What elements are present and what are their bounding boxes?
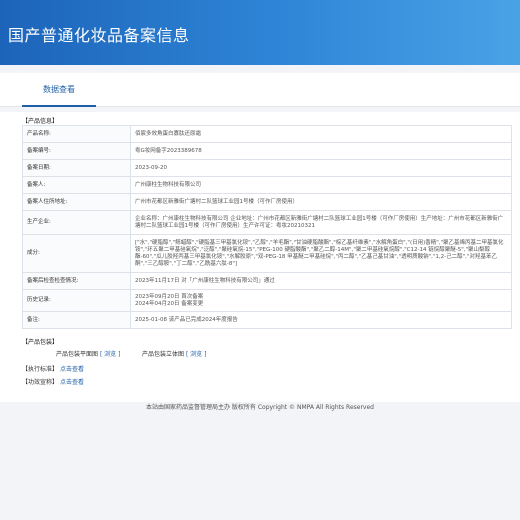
- product-info-heading: 【产品信息】: [22, 118, 59, 125]
- main-content: 【产品信息】 产品名称: 佰宸多效角蛋白寡肽还原霜 备案编号: 粤G妆网备字20…: [0, 112, 520, 402]
- row-value-registrant-address: 广州市花都区新雅街广塘村二队篮球工业园1号楼（可作厂房使用）: [130, 193, 512, 211]
- packaging-solid: 产品包装立体图 [ 浏览 ]: [142, 349, 206, 358]
- row-value-remarks: 2025-01-08 该产品已完成2024年度报告: [130, 311, 512, 329]
- packaging-plane: 产品包装平面图 [ 浏览 ]: [56, 349, 120, 358]
- row-label-registrant-address: 备案人住所地址:: [22, 193, 131, 211]
- row-value-ingredients: ["水","硬脂醇","鲸蜡醇","硬脂基三甲基氯化铵","乙醇","羊毛酯",…: [130, 234, 512, 273]
- table-row: 生产企业: 企业名称：广州康柱生物科技有限公司 企业地址：广州市花都区新雅街广塘…: [22, 210, 512, 235]
- table-row: 备案后检查检查情况: 2023年11月17日 对「广州康柱生物科技有限公司」通过: [22, 272, 512, 290]
- row-label-record-number: 备案编号:: [22, 142, 131, 160]
- table-row: 备案人: 广州康柱生物科技有限公司: [22, 176, 512, 194]
- row-label-record-date: 备案日期:: [22, 159, 131, 177]
- row-label-ingredients: 成分:: [22, 234, 131, 273]
- table-row: 备案日期: 2023-09-20: [22, 159, 512, 177]
- row-label-registrant: 备案人:: [22, 176, 131, 194]
- table-row: 历史记录: 2023年09月20日 首次备案 2024年04月20日 备案变更: [22, 289, 512, 312]
- table-row: 成分: ["水","硬脂醇","鲸蜡醇","硬脂基三甲基氯化铵","乙醇","羊…: [22, 234, 512, 273]
- packaging-plane-label: 产品包装平面图: [56, 351, 99, 358]
- table-row: 备注: 2025-01-08 该产品已完成2024年度报告: [22, 311, 512, 329]
- product-info-table: 产品名称: 佰宸多效角蛋白寡肽还原霜 备案编号: 粤G妆网备字202338967…: [22, 125, 512, 329]
- packaging-solid-label: 产品包装立体图: [142, 351, 185, 358]
- packaging-solid-view-link[interactable]: [ 浏览 ]: [186, 351, 207, 358]
- efficacy-label: 【功效宣称】: [22, 379, 59, 386]
- row-label-product-name: 产品名称:: [22, 125, 131, 143]
- page-header: 国产普通化妆品备案信息: [0, 0, 520, 65]
- row-label-post-inspection: 备案后检查检查情况:: [22, 272, 131, 290]
- page-footer: 本站由国家药品监督管理局主办 版权所有 Copyright © NMPA All…: [146, 404, 374, 411]
- efficacy-row: 【功效宣称】 点击查看: [22, 377, 84, 386]
- row-label-manufacturer: 生产企业:: [22, 210, 131, 235]
- packaging-plane-view-link[interactable]: [ 浏览 ]: [100, 351, 121, 358]
- page-title: 国产普通化妆品备案信息: [8, 26, 190, 45]
- tab-data-view[interactable]: 数据查看: [22, 73, 96, 107]
- table-row: 产品名称: 佰宸多效角蛋白寡肽还原霜: [22, 125, 512, 143]
- row-value-record-date: 2023-09-20: [130, 159, 512, 177]
- row-value-registrant: 广州康柱生物科技有限公司: [130, 176, 512, 194]
- table-row: 备案人住所地址: 广州市花都区新雅街广塘村二队篮球工业园1号楼（可作厂房使用）: [22, 193, 512, 211]
- packaging-heading: 【产品包装】: [22, 339, 59, 346]
- standard-row: 【执行标准】 点击查看: [22, 364, 84, 373]
- standard-label: 【执行标准】: [22, 366, 59, 373]
- row-value-post-inspection: 2023年11月17日 对「广州康柱生物科技有限公司」通过: [130, 272, 512, 290]
- tab-bar: 数据查看: [0, 73, 520, 107]
- efficacy-view-link[interactable]: 点击查看: [60, 379, 84, 386]
- row-value-record-number: 粤G妆网备字2023389678: [130, 142, 512, 160]
- table-row: 备案编号: 粤G妆网备字2023389678: [22, 142, 512, 160]
- row-value-product-name: 佰宸多效角蛋白寡肽还原霜: [130, 125, 512, 143]
- row-label-history: 历史记录:: [22, 289, 131, 312]
- row-value-history: 2023年09月20日 首次备案 2024年04月20日 备案变更: [130, 289, 512, 312]
- standard-view-link[interactable]: 点击查看: [60, 366, 84, 373]
- row-label-remarks: 备注:: [22, 311, 131, 329]
- row-value-manufacturer: 企业名称：广州康柱生物科技有限公司 企业地址：广州市花都区新雅街广塘村二队篮球工…: [130, 210, 512, 235]
